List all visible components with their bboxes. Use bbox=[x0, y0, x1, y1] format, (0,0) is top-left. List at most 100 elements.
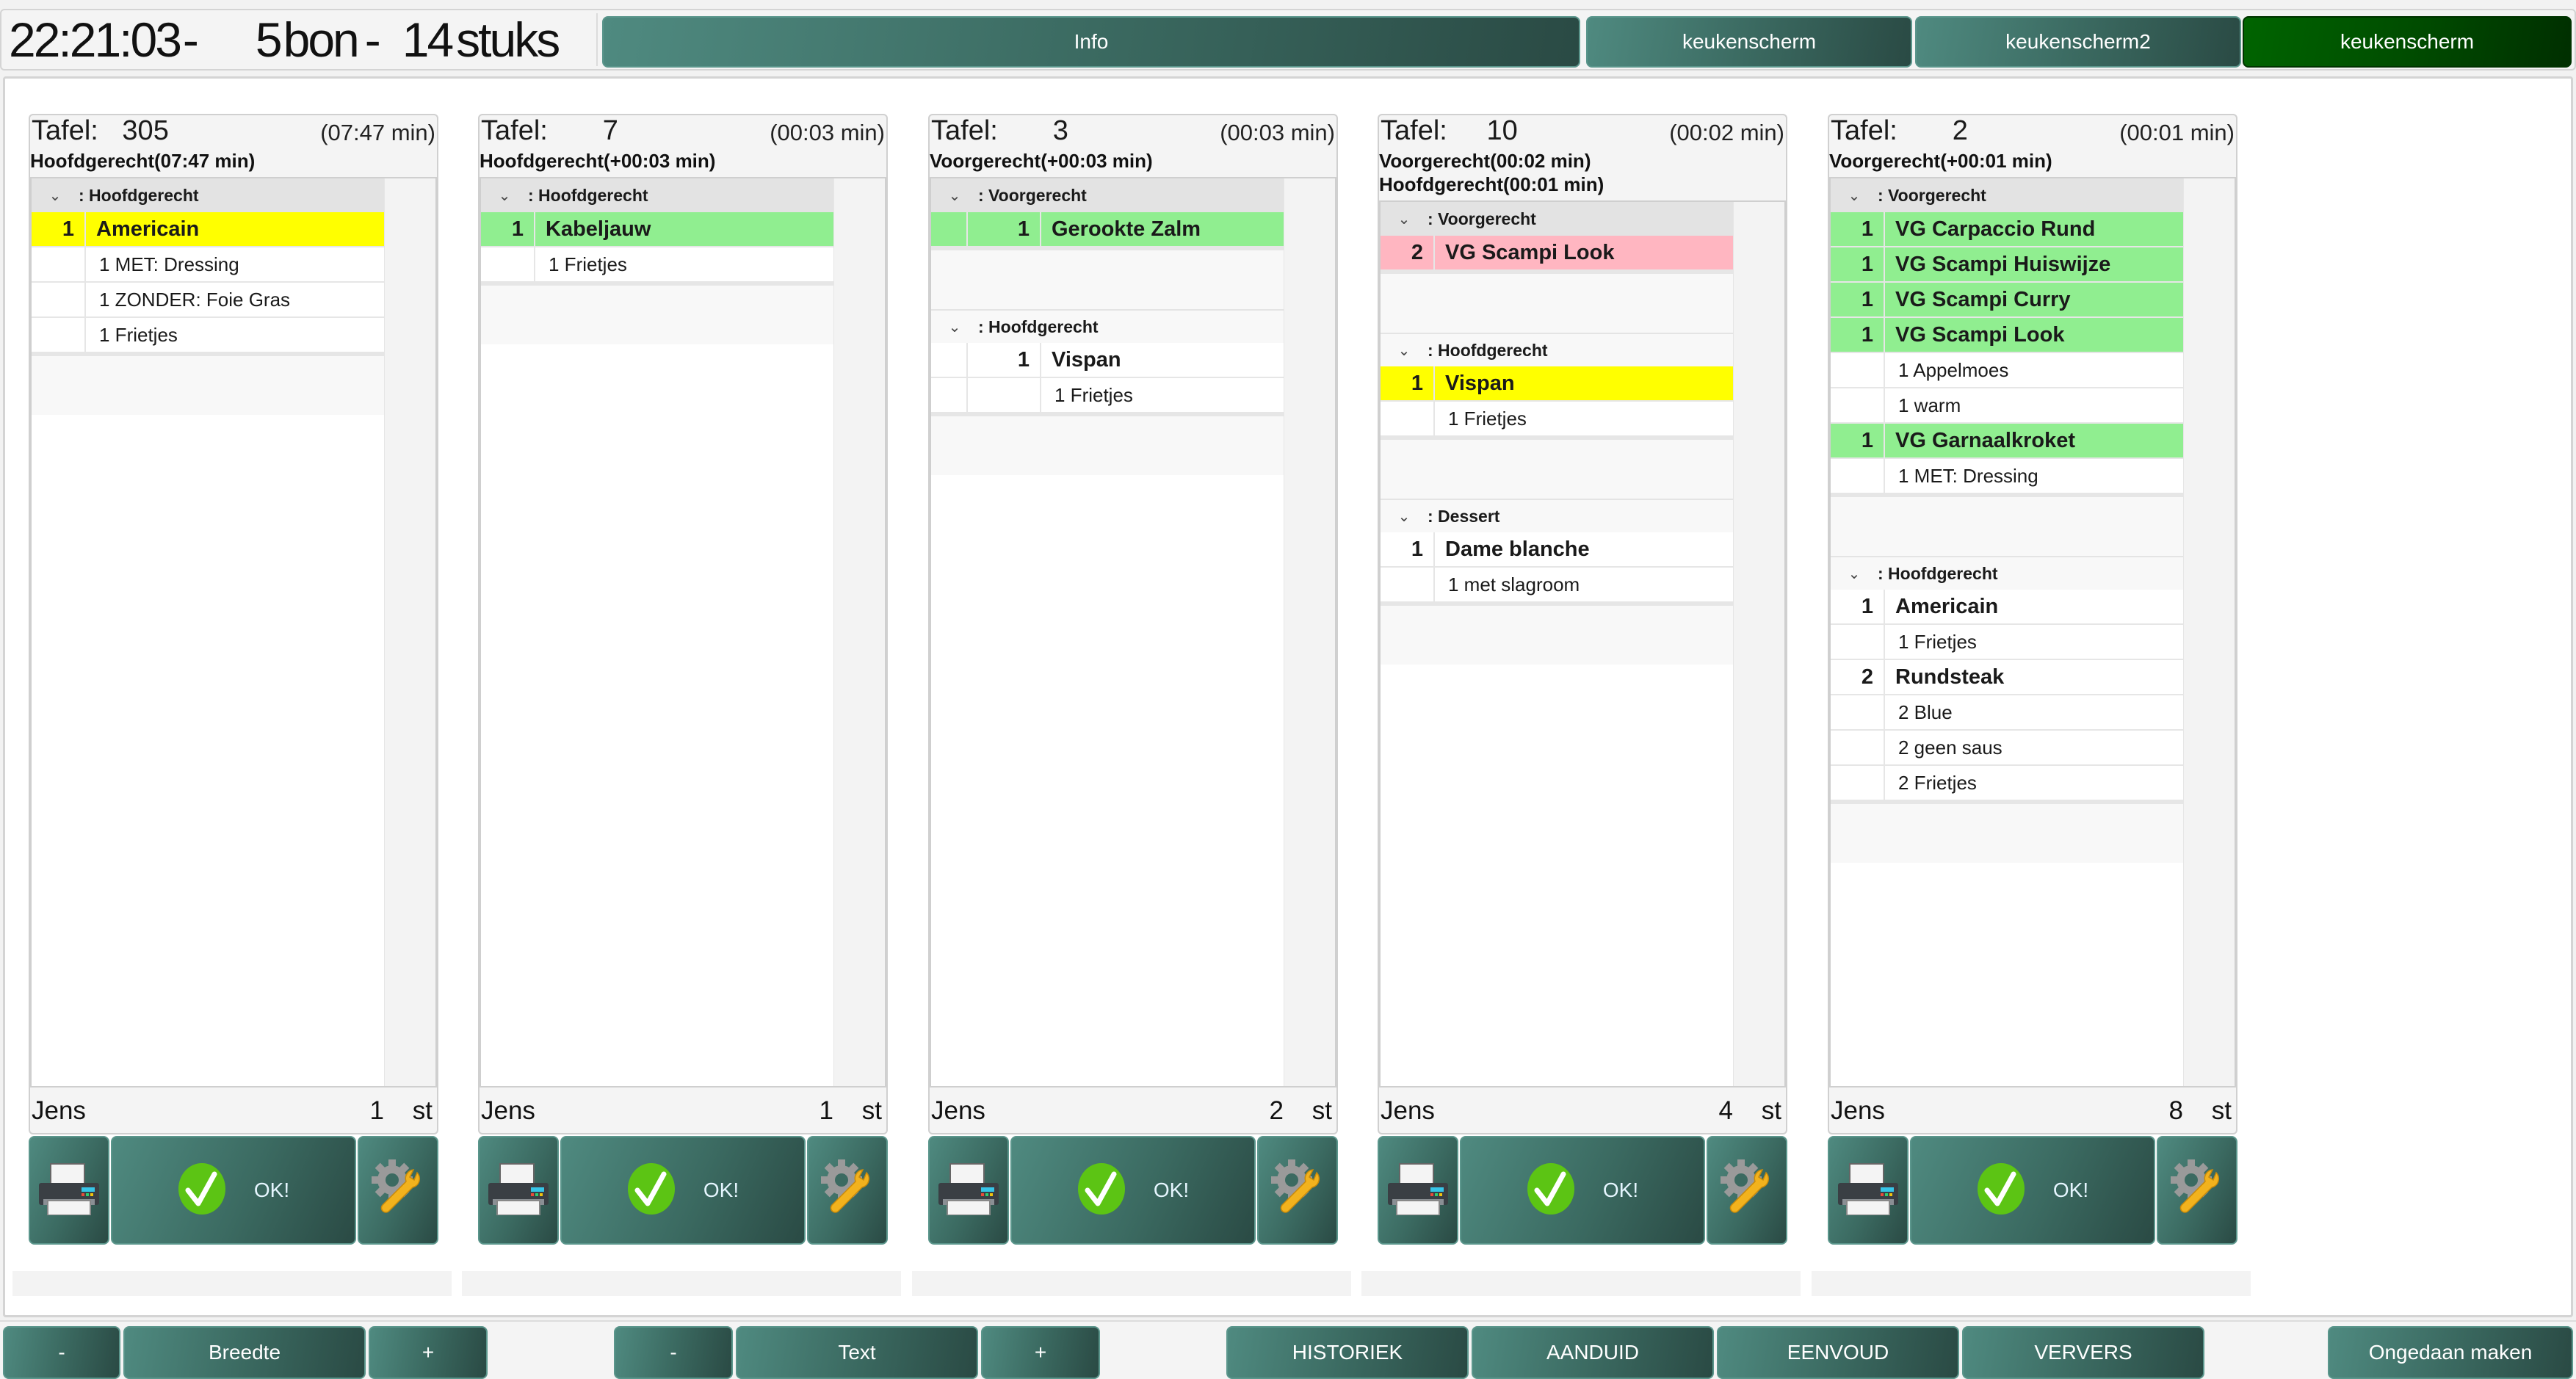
modifier-row[interactable]: 1 ZONDER: Foie Gras bbox=[32, 283, 386, 318]
card-footer: Jens 2 st bbox=[930, 1090, 1336, 1132]
chevron-down-icon[interactable]: ⌄ bbox=[931, 318, 978, 336]
width-label-button[interactable]: Breedte bbox=[123, 1326, 366, 1379]
scrollbar[interactable] bbox=[1733, 202, 1784, 1086]
ok-button[interactable]: OK! bbox=[111, 1136, 356, 1245]
item-row[interactable]: 1 Americain bbox=[32, 212, 386, 247]
item-row[interactable]: 1 Gerookte Zalm bbox=[931, 212, 1285, 247]
modifier-row[interactable]: 1 met slagroom bbox=[1381, 568, 1734, 603]
order-list[interactable]: ⌄: Voorgerecht 1 Gerookte Zalm ⌄: Hoofdgere… bbox=[930, 177, 1336, 1087]
group-spacer bbox=[481, 283, 835, 344]
table-label: Tafel: bbox=[32, 115, 98, 146]
scrollbar[interactable] bbox=[833, 178, 885, 1086]
settings-button[interactable] bbox=[1257, 1136, 1338, 1245]
order-list[interactable]: ⌄: Hoofdgerecht 1 Americain 1 MET: Dressing… bbox=[30, 177, 437, 1087]
course-group-header[interactable]: ⌄: Voorgerecht bbox=[1831, 178, 2185, 212]
order-list[interactable]: ⌄: Voorgerecht 2 VG Scampi Look ⌄: Hoofdger… bbox=[1379, 200, 1786, 1087]
item-quantity bbox=[1831, 388, 1885, 422]
item-quantity: 1 bbox=[968, 212, 1041, 246]
modifier-row[interactable]: 2 Frietjes bbox=[1831, 766, 2185, 801]
item-row[interactable]: 2 Rundsteak bbox=[1831, 660, 2185, 695]
course-group-header[interactable]: ⌄: Hoofdgerecht bbox=[1381, 333, 1734, 366]
settings-button[interactable] bbox=[2157, 1136, 2237, 1245]
ok-label: OK! bbox=[253, 1179, 290, 1201]
item-row[interactable]: 1 VG Scampi Curry bbox=[1831, 283, 2185, 318]
ok-button[interactable]: OK! bbox=[1010, 1136, 1256, 1245]
table-label: Tafel: bbox=[481, 115, 548, 146]
modifier-row[interactable]: 2 Blue bbox=[1831, 695, 2185, 731]
historiek-button[interactable]: HISTORIEK bbox=[1226, 1326, 1469, 1379]
order-list-content: ⌄: Voorgerecht 1 Gerookte Zalm ⌄: Hoofdgere… bbox=[931, 178, 1285, 1086]
chevron-down-icon[interactable]: ⌄ bbox=[1831, 565, 1878, 583]
ververs-button[interactable]: VERVERS bbox=[1962, 1326, 2204, 1379]
print-button[interactable] bbox=[928, 1136, 1009, 1245]
tab-keukenscherm2[interactable]: keukenscherm2 bbox=[1915, 16, 2241, 68]
modifier-row[interactable]: 1 Frietjes bbox=[1831, 625, 2185, 660]
course-group-header[interactable]: ⌄: Voorgerecht bbox=[1381, 202, 1734, 236]
course-group-name: : Hoofdgerecht bbox=[1428, 340, 1548, 360]
chevron-down-icon[interactable]: ⌄ bbox=[32, 187, 79, 205]
settings-button[interactable] bbox=[358, 1136, 438, 1245]
item-row[interactable]: 1 VG Carpaccio Rund bbox=[1831, 212, 2185, 247]
chevron-down-icon[interactable]: ⌄ bbox=[1831, 187, 1878, 205]
print-button[interactable] bbox=[29, 1136, 109, 1245]
item-row[interactable]: 1 Dame blanche bbox=[1381, 532, 1734, 568]
text-decrease-button[interactable]: - bbox=[614, 1326, 733, 1379]
width-increase-button[interactable]: + bbox=[369, 1326, 488, 1379]
undo-button[interactable]: Ongedaan maken bbox=[2328, 1326, 2573, 1379]
course-group-header[interactable]: ⌄: Voorgerecht bbox=[931, 178, 1285, 212]
course-group-header[interactable]: ⌄: Hoofdgerecht bbox=[931, 309, 1285, 343]
print-button[interactable] bbox=[1828, 1136, 1909, 1245]
course-group-name: : Dessert bbox=[1428, 506, 1500, 526]
tab-keukenscherm-active[interactable]: keukenscherm bbox=[2243, 16, 2572, 68]
modifier-text: 1 Frietjes bbox=[1448, 407, 1527, 430]
text-label-button[interactable]: Text bbox=[736, 1326, 978, 1379]
modifier-row[interactable]: 1 warm bbox=[1831, 388, 2185, 424]
course-group-header[interactable]: ⌄: Hoofdgerecht bbox=[1831, 556, 2185, 590]
tab-keukenscherm[interactable]: keukenscherm bbox=[1586, 16, 1912, 68]
ok-button[interactable]: OK! bbox=[1460, 1136, 1705, 1245]
table-number: 7 bbox=[602, 115, 618, 146]
modifier-row[interactable]: 1 Frietjes bbox=[32, 318, 386, 353]
card-status-strip bbox=[462, 1271, 901, 1296]
chevron-down-icon[interactable]: ⌄ bbox=[1381, 341, 1428, 360]
item-row[interactable]: 1 VG Garnaalkroket bbox=[1831, 424, 2185, 459]
item-row[interactable]: 2 VG Scampi Look bbox=[1381, 236, 1734, 271]
print-button[interactable] bbox=[1378, 1136, 1458, 1245]
eenvoud-button[interactable]: EENVOUD bbox=[1717, 1326, 1959, 1379]
settings-button[interactable] bbox=[807, 1136, 888, 1245]
aanduid-button[interactable]: AANDUID bbox=[1472, 1326, 1714, 1379]
info-button[interactable]: Info bbox=[602, 16, 1580, 68]
item-row[interactable]: 1 Vispan bbox=[1381, 366, 1734, 402]
ok-button[interactable]: OK! bbox=[1910, 1136, 2155, 1245]
chevron-down-icon[interactable]: ⌄ bbox=[1381, 210, 1428, 228]
item-row[interactable]: 1 Vispan bbox=[931, 343, 1285, 378]
course-group-header[interactable]: ⌄: Hoofdgerecht bbox=[481, 178, 835, 212]
chevron-down-icon[interactable]: ⌄ bbox=[931, 187, 978, 205]
modifier-row[interactable]: 1 Frietjes bbox=[931, 378, 1285, 413]
modifier-row[interactable]: 1 MET: Dressing bbox=[1831, 459, 2185, 494]
settings-button[interactable] bbox=[1707, 1136, 1787, 1245]
scrollbar[interactable] bbox=[2183, 178, 2235, 1086]
item-quantity bbox=[1381, 568, 1435, 601]
modifier-row[interactable]: 1 MET: Dressing bbox=[32, 247, 386, 283]
order-list[interactable]: ⌄: Voorgerecht 1 VG Carpaccio Rund 1 VG Scam… bbox=[1829, 177, 2236, 1087]
item-row[interactable]: 1 VG Scampi Huiswijze bbox=[1831, 247, 2185, 283]
item-row[interactable]: 1 Kabeljauw bbox=[481, 212, 835, 247]
course-group-header[interactable]: ⌄: Dessert bbox=[1381, 499, 1734, 532]
modifier-row[interactable]: 2 geen saus bbox=[1831, 731, 2185, 766]
course-group-header[interactable]: ⌄: Hoofdgerecht bbox=[32, 178, 386, 212]
scrollbar[interactable] bbox=[1284, 178, 1335, 1086]
order-list[interactable]: ⌄: Hoofdgerecht 1 Kabeljauw 1 Frietjes bbox=[480, 177, 886, 1087]
chevron-down-icon[interactable]: ⌄ bbox=[481, 187, 528, 205]
text-increase-button[interactable]: + bbox=[981, 1326, 1100, 1379]
chevron-down-icon[interactable]: ⌄ bbox=[1381, 507, 1428, 526]
ok-button[interactable]: OK! bbox=[560, 1136, 806, 1245]
modifier-row[interactable]: 1 Frietjes bbox=[481, 247, 835, 283]
modifier-row[interactable]: 1 Frietjes bbox=[1381, 402, 1734, 437]
modifier-row[interactable]: 1 Appelmoes bbox=[1831, 353, 2185, 388]
item-row[interactable]: 1 VG Scampi Look bbox=[1831, 318, 2185, 353]
scrollbar[interactable] bbox=[384, 178, 435, 1086]
print-button[interactable] bbox=[478, 1136, 559, 1245]
width-decrease-button[interactable]: - bbox=[3, 1326, 120, 1379]
item-row[interactable]: 1 Americain bbox=[1831, 590, 2185, 625]
